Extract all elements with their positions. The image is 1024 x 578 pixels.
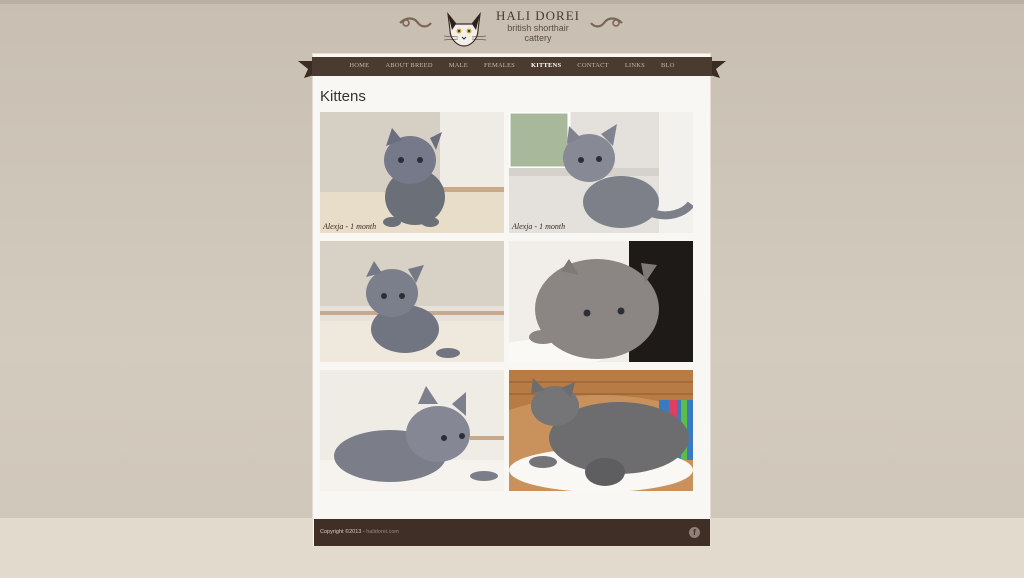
copyright: Copyright ©2013 - halidorei.com — [320, 529, 399, 535]
nav-females[interactable]: FEMALES — [476, 57, 523, 75]
kitten-image — [320, 241, 504, 362]
brand-name: HALI DOREI — [495, 8, 580, 23]
nav-ribbon: HOME ABOUT BREED MALE FEMALES KITTENS CO… — [298, 57, 726, 79]
kitten-photo-5[interactable] — [320, 370, 504, 491]
nav-male[interactable]: MALE — [441, 57, 476, 75]
nav-blog[interactable]: BLO — [653, 57, 683, 75]
nav-home[interactable]: HOME — [341, 57, 377, 75]
kitten-photo-6[interactable] — [509, 370, 693, 491]
kitten-gallery: Alexja - 1 month Alexja - 1 month — [320, 112, 693, 492]
nav-contact[interactable]: CONTACT — [569, 57, 617, 75]
cat-logo-icon — [443, 11, 487, 47]
main-nav: HOME ABOUT BREED MALE FEMALES KITTENS CO… — [314, 57, 710, 75]
brand-text: HALI DOREI british shorthair cattery — [486, 8, 590, 44]
kitten-photo-2[interactable]: Alexja - 1 month — [509, 112, 693, 233]
copyright-text: Copyright ©2013 - — [320, 529, 367, 535]
kitten-image — [320, 370, 504, 491]
site-link[interactable]: halidorei.com — [366, 529, 399, 535]
nav-about-breed[interactable]: ABOUT BREED — [377, 57, 440, 75]
kitten-photo-4[interactable] — [509, 241, 693, 362]
kitten-image — [320, 112, 504, 233]
flourish-right-icon — [590, 17, 623, 28]
kitten-image — [509, 370, 693, 491]
kitten-photo-1[interactable]: Alexja - 1 month — [320, 112, 504, 233]
kitten-image — [509, 112, 693, 233]
kitten-image — [509, 241, 693, 362]
top-border — [0, 0, 1024, 4]
nav-links[interactable]: LINKS — [617, 57, 653, 75]
photo-caption: Alexja - 1 month — [323, 222, 377, 231]
photo-caption: Alexja - 1 month — [512, 222, 566, 231]
site-logo[interactable]: HALI DOREI british shorthair cattery — [398, 6, 624, 47]
kitten-photo-3[interactable] — [320, 241, 504, 362]
brand-subtitle-2: cattery — [524, 33, 552, 43]
page-title: Kittens — [320, 88, 366, 105]
facebook-icon[interactable]: f — [689, 527, 700, 538]
brand-subtitle-1: british shorthair — [507, 23, 569, 33]
footer: Copyright ©2013 - halidorei.com f — [314, 519, 710, 546]
nav-kittens[interactable]: KITTENS — [523, 57, 569, 75]
flourish-left-icon — [399, 17, 432, 28]
